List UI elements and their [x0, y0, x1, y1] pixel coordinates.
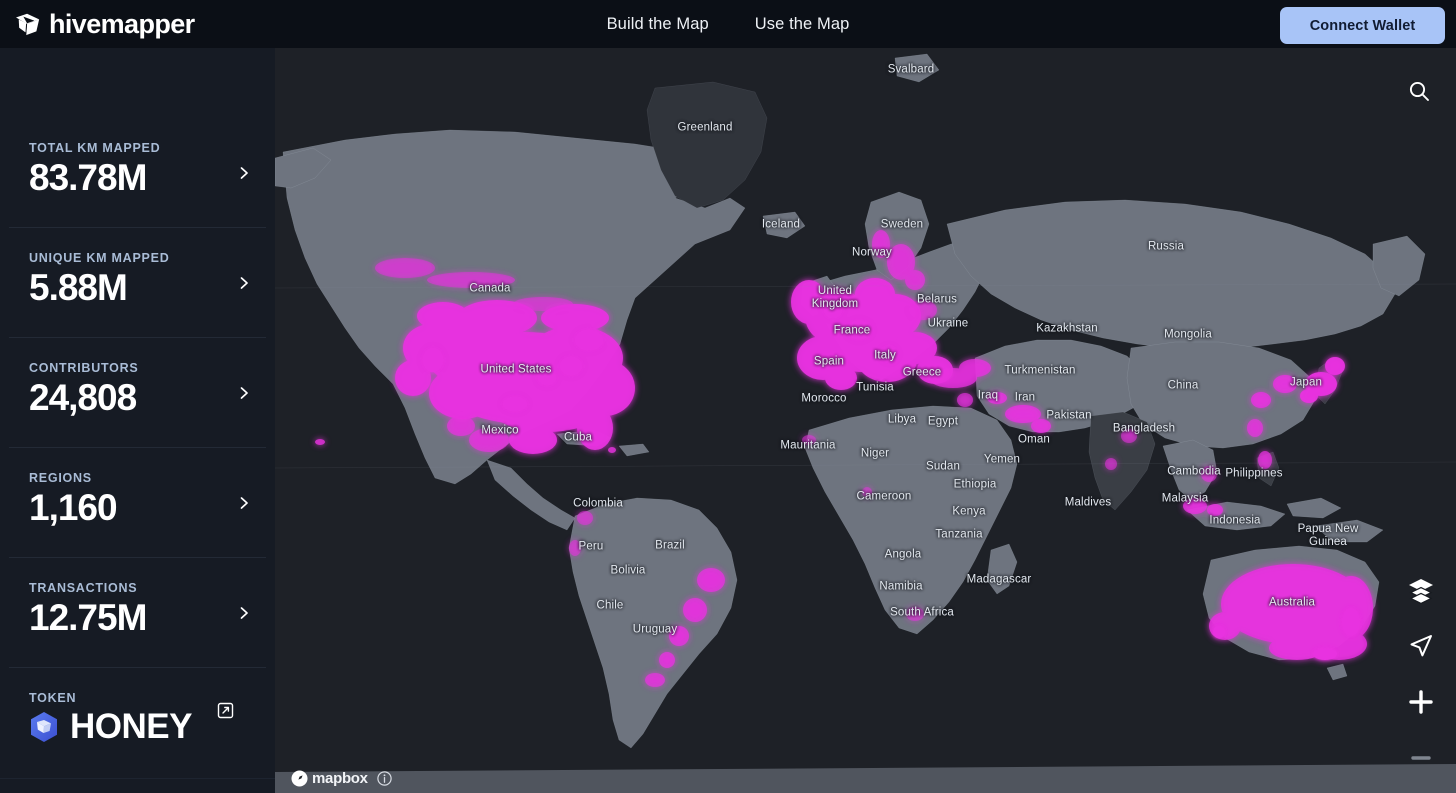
stat-token[interactable]: TOKEN HONEY — [9, 668, 266, 778]
plus-icon — [1409, 690, 1433, 714]
sidebar-footer: « — [0, 778, 275, 793]
nav-build-the-map[interactable]: Build the Map — [607, 15, 709, 34]
map-zoom-out-button[interactable] — [1404, 741, 1438, 775]
stat-value: 24,808 — [29, 377, 137, 418]
hivemapper-bee-icon — [15, 13, 40, 36]
chevron-right-icon — [240, 496, 248, 509]
stat-contributors[interactable]: CONTRIBUTORS 24,808 — [9, 338, 266, 448]
stat-transactions[interactable]: TRANSACTIONS 12.75M — [9, 558, 266, 668]
chevron-right-icon — [240, 276, 248, 289]
map-info-button[interactable] — [377, 771, 392, 786]
logo-wordmark: hivemapper — [49, 8, 195, 39]
main-navigation: Build the Map Use the Map — [607, 15, 850, 34]
app-header: hivemapper Build the Map Use the Map Con… — [0, 0, 1456, 48]
mapbox-wordmark: mapbox — [312, 770, 368, 787]
map-controls — [1404, 573, 1438, 775]
external-link-icon[interactable] — [217, 702, 234, 719]
token-name: HONEY — [70, 707, 192, 746]
stat-value: 12.75M — [29, 597, 147, 638]
connect-wallet-button[interactable]: Connect Wallet — [1280, 7, 1445, 44]
layers-icon — [1409, 579, 1433, 604]
map-layers-button[interactable] — [1404, 573, 1438, 607]
stat-label: TOTAL KM MAPPED — [29, 141, 161, 155]
nav-use-the-map[interactable]: Use the Map — [755, 15, 850, 34]
hivemapper-explorer-app: hivemapper Build the Map Use the Map Con… — [0, 0, 1456, 793]
map-search-button[interactable] — [1402, 74, 1436, 108]
honey-token-hexagon-icon — [31, 711, 57, 742]
map-zoom-in-button[interactable] — [1404, 685, 1438, 719]
navigation-arrow-icon — [1410, 635, 1432, 657]
map-canvas — [275, 48, 1456, 793]
stat-label: REGIONS — [29, 471, 92, 485]
sidebar-collapse-button[interactable]: « — [234, 786, 251, 793]
stat-label: TRANSACTIONS — [29, 581, 138, 595]
stat-total-km-mapped[interactable]: TOTAL KM MAPPED 83.78M — [9, 118, 266, 228]
chevron-right-icon — [240, 166, 248, 179]
hivemapper-logo[interactable]: hivemapper — [14, 8, 195, 39]
map-attribution: mapbox — [291, 770, 392, 787]
minus-icon — [1411, 756, 1431, 760]
mapbox-logo[interactable]: mapbox — [291, 770, 368, 787]
stat-unique-km-mapped[interactable]: UNIQUE KM MAPPED 5.88M — [9, 228, 266, 338]
chevron-right-icon — [240, 606, 248, 619]
map-locate-button[interactable] — [1404, 629, 1438, 663]
stat-regions[interactable]: REGIONS 1,160 — [9, 448, 266, 558]
stat-label: UNIQUE KM MAPPED — [29, 251, 170, 265]
stat-value: 5.88M — [29, 267, 128, 308]
stats-sidebar: TOTAL KM MAPPED 83.78M UNIQUE KM MAPPED … — [0, 48, 275, 793]
stat-value: 1,160 — [29, 487, 118, 528]
stats-list: TOTAL KM MAPPED 83.78M UNIQUE KM MAPPED … — [0, 118, 275, 778]
world-map[interactable]: Svalbard Greenland Iceland Sweden Norway Russ… — [275, 48, 1456, 793]
stat-label: CONTRIBUTORS — [29, 361, 139, 375]
info-icon — [377, 771, 392, 786]
stat-value: 83.78M — [29, 157, 147, 198]
search-icon — [1409, 81, 1429, 101]
mapbox-logo-icon — [291, 770, 308, 787]
chevron-right-icon — [240, 386, 248, 399]
